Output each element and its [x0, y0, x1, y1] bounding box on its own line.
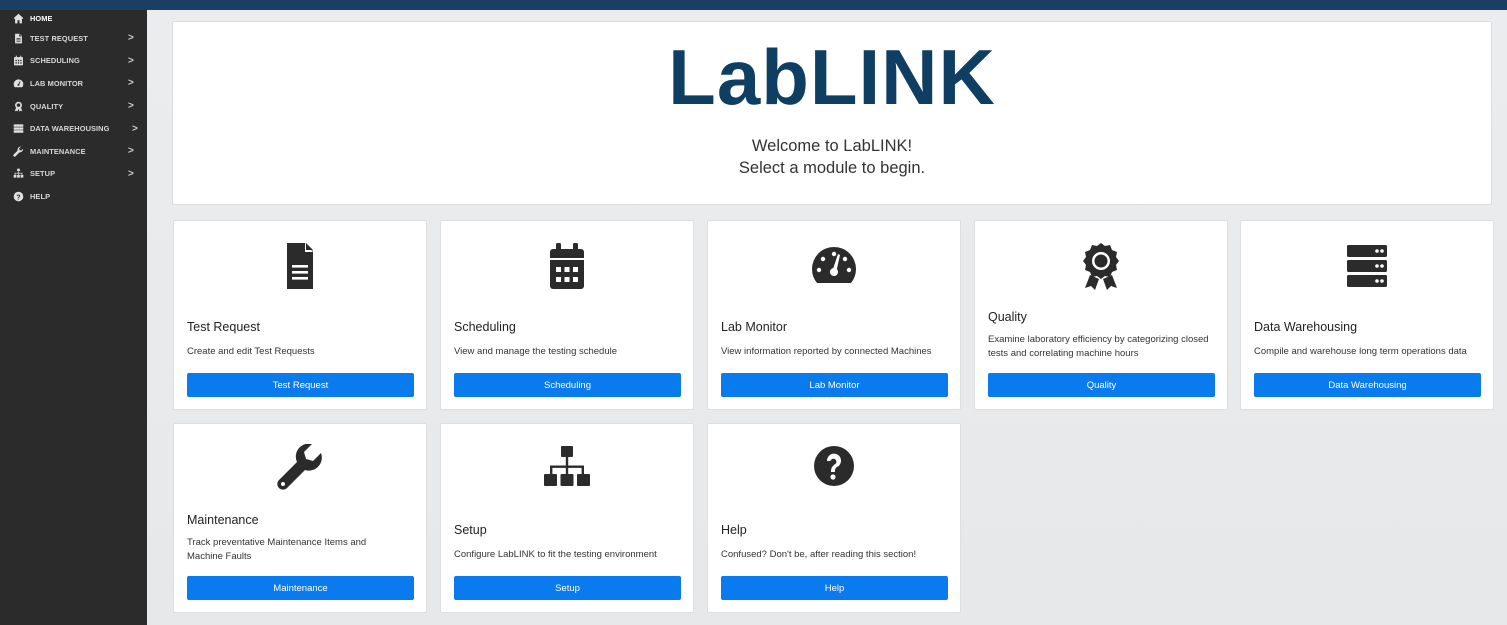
sidebar-item-label: SCHEDULING [30, 56, 80, 66]
help-icon: ? [13, 191, 24, 202]
welcome-text: Welcome to LabLINK! Select a module to b… [173, 135, 1491, 179]
sidebar-item-maintenance[interactable]: MAINTENANCE > [0, 140, 147, 163]
sidebar-item-label: QUALITY [30, 101, 64, 111]
welcome-line-1: Welcome to LabLINK! [751, 137, 913, 155]
sitemap-icon [13, 168, 24, 179]
sidebar-item-home[interactable]: HOME [0, 10, 147, 27]
card-title: Maintenance [187, 513, 259, 527]
sidebar-item-label: LAB MONITOR [30, 78, 84, 88]
file-icon [174, 241, 426, 291]
sitemap-icon [441, 444, 693, 494]
help-button[interactable]: Help [721, 576, 948, 600]
sidebar: HOME TEST REQUEST > SCHEDULING > LAB MON… [0, 10, 147, 625]
card-description: View information reported by connected M… [721, 346, 932, 357]
award-icon [975, 241, 1227, 291]
card-description: Confused? Don't be, after reading this s… [721, 549, 917, 560]
card-title: Quality [988, 310, 1027, 324]
module-card-data-warehousing: Data Warehousing Compile and warehouse l… [1240, 220, 1494, 410]
chevron-right-icon: > [128, 77, 134, 89]
svg-text:?: ? [16, 194, 20, 201]
main-content: LabLINK Welcome to LabLINK! Select a mod… [147, 10, 1507, 625]
data-warehousing-button[interactable]: Data Warehousing [1254, 373, 1481, 397]
sidebar-item-label: DATA WAREHOUSING [30, 124, 110, 134]
calendar-icon [13, 55, 24, 66]
module-card-help: Help Confused? Don't be, after reading t… [707, 423, 961, 613]
card-description: View and manage the testing schedule [454, 346, 618, 357]
file-icon [13, 33, 24, 44]
top-bar [0, 0, 1507, 10]
server-icon [1241, 241, 1493, 291]
card-title: Test Request [187, 320, 260, 334]
maintenance-button[interactable]: Maintenance [187, 576, 414, 600]
module-card-scheduling: Scheduling View and manage the testing s… [440, 220, 694, 410]
sidebar-item-quality[interactable]: QUALITY > [0, 95, 147, 118]
module-card-test-request: Test Request Create and edit Test Reques… [173, 220, 427, 410]
chevron-right-icon: > [128, 100, 134, 112]
lablink-logo: LabLINK [668, 33, 996, 121]
scheduling-button[interactable]: Scheduling [454, 373, 681, 397]
chevron-right-icon: > [132, 123, 138, 135]
module-card-quality: Quality Examine laboratory efficiency by… [974, 220, 1228, 410]
sidebar-item-label: TEST REQUEST [30, 33, 88, 43]
card-title: Scheduling [454, 320, 516, 334]
award-icon [13, 101, 24, 112]
module-card-lab-monitor: Lab Monitor View information reported by… [707, 220, 961, 410]
setup-button[interactable]: Setup [454, 576, 681, 600]
wrench-icon [174, 444, 426, 494]
chevron-right-icon: > [128, 55, 134, 67]
sidebar-item-data-warehousing[interactable]: DATA WAREHOUSING > [0, 117, 147, 140]
sidebar-item-label: MAINTENANCE [30, 146, 86, 156]
calendar-icon [441, 241, 693, 291]
card-description: Configure LabLINK to fit the testing env… [454, 549, 657, 560]
chevron-right-icon: > [128, 145, 134, 157]
quality-button[interactable]: Quality [988, 373, 1215, 397]
card-title: Setup [454, 523, 487, 537]
lab-monitor-button[interactable]: Lab Monitor [721, 373, 948, 397]
module-card-maintenance: Maintenance Track preventative Maintenan… [173, 423, 427, 613]
card-title: Help [721, 523, 747, 537]
sidebar-item-label: SETUP [30, 169, 56, 179]
sidebar-item-label: HOME [30, 14, 53, 23]
card-description: Create and edit Test Requests [187, 346, 315, 357]
home-icon [13, 13, 24, 24]
help-icon [708, 444, 960, 494]
card-description: Track preventative Maintenance Items and… [187, 537, 367, 562]
sidebar-item-test-request[interactable]: TEST REQUEST > [0, 27, 147, 50]
welcome-line-2: Select a module to begin. [738, 159, 926, 177]
wrench-icon [13, 146, 24, 157]
card-title: Data Warehousing [1254, 320, 1358, 334]
sidebar-item-lab-monitor[interactable]: LAB MONITOR > [0, 72, 147, 95]
chevron-right-icon: > [128, 32, 134, 44]
module-card-setup: Setup Configure LabLINK to fit the testi… [440, 423, 694, 613]
server-icon [13, 123, 24, 134]
welcome-banner: LabLINK Welcome to LabLINK! Select a mod… [172, 21, 1492, 205]
sidebar-item-label: HELP [30, 191, 51, 201]
gauge-icon [13, 78, 24, 89]
sidebar-item-scheduling[interactable]: SCHEDULING > [0, 50, 147, 73]
card-description: Examine laboratory efficiency by categor… [988, 334, 1209, 359]
card-title: Lab Monitor [721, 320, 788, 334]
sidebar-item-help[interactable]: ? HELP [0, 185, 147, 208]
test-request-button[interactable]: Test Request [187, 373, 414, 397]
gauge-icon [708, 241, 960, 291]
chevron-right-icon: > [128, 168, 134, 180]
card-description: Compile and warehouse long term operatio… [1254, 346, 1467, 357]
sidebar-item-setup[interactable]: SETUP > [0, 163, 147, 186]
